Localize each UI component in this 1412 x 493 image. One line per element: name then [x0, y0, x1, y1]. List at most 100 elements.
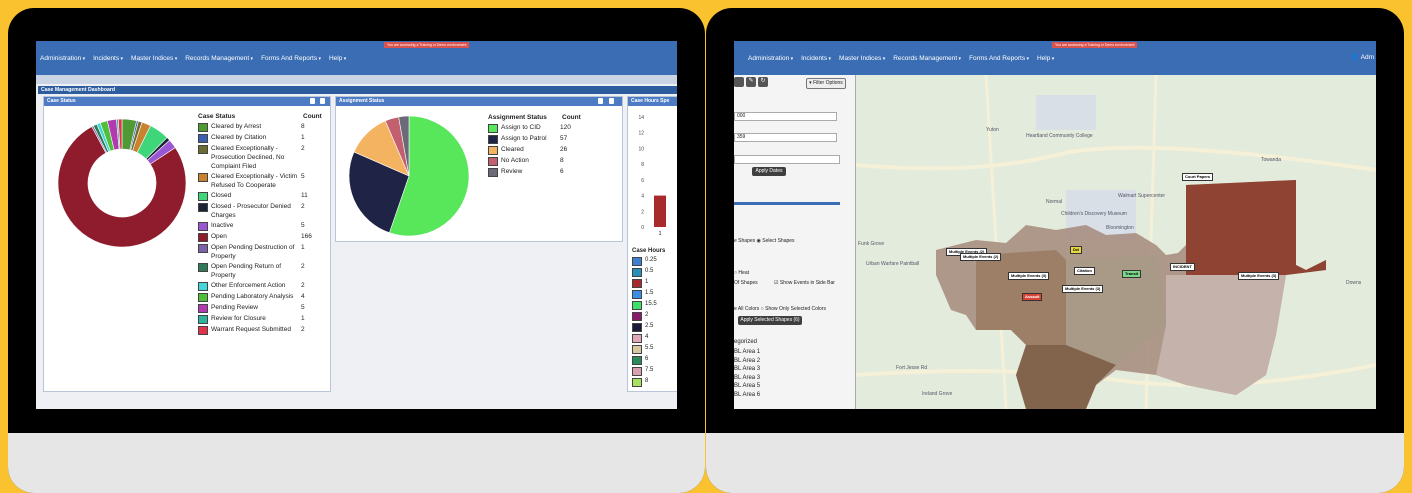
user-name: Adm — [1360, 54, 1374, 61]
area-item[interactable]: BL Area 3 — [734, 365, 760, 374]
refresh-icon[interactable]: ↻ — [758, 77, 768, 87]
map-marker-label[interactable]: Multiple Events (3) — [1238, 272, 1280, 280]
area-item[interactable]: BL Area 5 — [734, 382, 760, 391]
apply-selected-shapes-button[interactable]: Apply Selected Shapes (6) — [738, 316, 802, 325]
top-navbar: Administration Incidents Master Indices … — [36, 41, 677, 75]
nav-master-indices[interactable]: Master Indices — [839, 55, 885, 62]
legend-item[interactable]: Other Enforcement Action 2 — [198, 281, 322, 291]
legend-item[interactable]: 2.5 — [632, 322, 675, 332]
legend-swatch — [198, 263, 208, 272]
document-icon[interactable] — [598, 98, 603, 104]
place-label: Towanda — [1261, 157, 1282, 163]
map-marker-label[interactable]: INCIDENT — [1170, 263, 1195, 271]
start-date-field[interactable]: 000 — [734, 112, 837, 121]
legend-label: Cleared by Citation — [211, 134, 267, 141]
nav-administration[interactable]: Administration — [748, 55, 793, 62]
map-marker-label[interactable]: Court Papers — [1182, 173, 1214, 181]
delete-icon[interactable] — [320, 98, 325, 104]
place-label: Funk Grove — [858, 241, 885, 247]
legend-item[interactable]: 2 — [632, 311, 675, 321]
map-marker-label[interactable]: Assault — [1022, 293, 1043, 301]
nav-records-management[interactable]: Records Management — [893, 55, 961, 62]
legend-swatch — [488, 124, 498, 133]
area-item[interactable]: BL Area 1 — [734, 348, 760, 357]
legend-swatch — [632, 290, 642, 299]
end-date-field[interactable]: 359 — [734, 133, 837, 142]
apply-dates-button[interactable]: Apply Dates — [752, 167, 786, 176]
nav-administration[interactable]: Administration — [40, 55, 85, 62]
delete-icon[interactable] — [609, 98, 614, 104]
area-item[interactable]: BL Area 6 — [734, 391, 760, 400]
legend-item[interactable]: 8 — [632, 377, 675, 387]
legend-item[interactable]: Review 6 — [488, 167, 581, 177]
bar[interactable] — [654, 195, 666, 227]
map-marker-label[interactable]: Multiple Events (2) — [960, 253, 1002, 261]
select-shapes-radio[interactable]: Select Shapes — [762, 238, 794, 244]
map-view[interactable]: Multiple Events (2) Multiple Events (2) … — [856, 75, 1376, 409]
legend-item[interactable]: Closed 11 — [198, 191, 322, 201]
document-icon[interactable] — [310, 98, 315, 104]
nav-master-indices[interactable]: Master Indices — [131, 55, 177, 62]
legend-swatch — [198, 192, 208, 201]
legend-item[interactable]: 5.5 — [632, 344, 675, 354]
y-tick-label: 12 — [638, 131, 644, 137]
heat-radio[interactable]: ○ Heat — [734, 270, 749, 276]
user-icon: 👤 — [1351, 54, 1361, 61]
legend-item[interactable]: Pending Review 5 — [198, 303, 322, 313]
legend-item[interactable]: Closed - Prosecutor Denied Charges 2 — [198, 202, 322, 220]
area-item[interactable]: BL Area 2 — [734, 357, 760, 366]
legend-item[interactable]: 7.5 — [632, 366, 675, 376]
legend-item[interactable]: 0.25 — [632, 256, 675, 266]
filter-options-button[interactable]: ▾ Filter Options — [806, 78, 846, 89]
place-label: Yuton — [986, 127, 999, 133]
map-marker-label[interactable]: Citation — [1074, 267, 1095, 275]
legend-item[interactable]: Open 166 — [198, 232, 322, 242]
legend-item[interactable]: Open Pending Return of Property 2 — [198, 262, 322, 280]
legend-item[interactable]: 1 — [632, 278, 675, 288]
legend-item[interactable]: 1.5 — [632, 289, 675, 299]
time-select[interactable] — [734, 155, 840, 164]
nav-help[interactable]: Help — [1037, 55, 1054, 62]
legend-item[interactable]: Cleared by Citation 1 — [198, 133, 322, 143]
all-colors-radio[interactable]: e All Colors ○ Show Only Selected Colors — [734, 306, 826, 312]
legend-item[interactable]: Assign to CID 120 — [488, 123, 581, 133]
legend-item[interactable]: Assign to Patrol 57 — [488, 134, 581, 144]
case-hours-title: Case Hours Spe — [628, 97, 677, 106]
map-marker-label[interactable]: Del — [1070, 246, 1083, 254]
map-marker-label[interactable]: Multiple Events (3) — [1008, 272, 1050, 280]
nav-forms-and-reports[interactable]: Forms And Reports — [261, 55, 321, 62]
nav-incidents[interactable]: Incidents — [93, 55, 123, 62]
legend-label: Closed — [211, 192, 232, 199]
legend-item[interactable]: Cleared Exceptionally - Victim Refused T… — [198, 172, 322, 190]
legend-item[interactable]: 0.5 — [632, 267, 675, 277]
legend-item[interactable]: Open Pending Destruction of Property 1 — [198, 243, 322, 261]
area-item[interactable]: BL Area 3 — [734, 374, 760, 383]
case-hours-legend: Case Hours 0.25 0.5 1 1.5 15.5 2 2.5 4 5.5 6 7.5 8 — [632, 248, 675, 388]
time-slider[interactable] — [734, 202, 840, 205]
tool-button[interactable] — [734, 77, 744, 87]
legend-item[interactable]: Cleared by Arrest 8 — [198, 122, 322, 132]
nav-incidents[interactable]: Incidents — [801, 55, 831, 62]
nav-records-management[interactable]: Records Management — [185, 55, 253, 62]
user-menu[interactable]: 👤 Adm — [1351, 53, 1374, 61]
legend-item[interactable]: Pending Laboratory Analysis 4 — [198, 292, 322, 302]
legend-item[interactable]: Inactive 5 — [198, 221, 322, 231]
legend-item[interactable]: 4 — [632, 333, 675, 343]
legend-item[interactable]: 6 — [632, 355, 675, 365]
subheader-band — [36, 75, 677, 84]
legend-item[interactable]: Cleared 26 — [488, 145, 581, 155]
legend-item[interactable]: No Action 8 — [488, 156, 581, 166]
legend-item[interactable]: Warrant Request Submitted 2 — [198, 325, 322, 335]
nav-help[interactable]: Help — [329, 55, 346, 62]
legend-item[interactable]: Cleared Exceptionally - Prosecution Decl… — [198, 144, 322, 171]
legend-item[interactable]: Review for Closure 1 — [198, 314, 322, 324]
pencil-icon[interactable]: ✎ — [746, 77, 756, 87]
map-marker-label[interactable]: Transit — [1122, 270, 1142, 278]
legend-count: 5 — [301, 304, 305, 311]
legend-swatch — [488, 157, 498, 166]
show-events-checkbox[interactable]: ☑ Show Events in Side Bar — [774, 280, 835, 286]
assignment-status-legend: Assignment Status Count Assign to CID 120… — [488, 114, 581, 178]
map-marker-label[interactable]: Multiple Events (3) — [1062, 285, 1104, 293]
legend-item[interactable]: 15.5 — [632, 300, 675, 310]
nav-forms-and-reports[interactable]: Forms And Reports — [969, 55, 1029, 62]
